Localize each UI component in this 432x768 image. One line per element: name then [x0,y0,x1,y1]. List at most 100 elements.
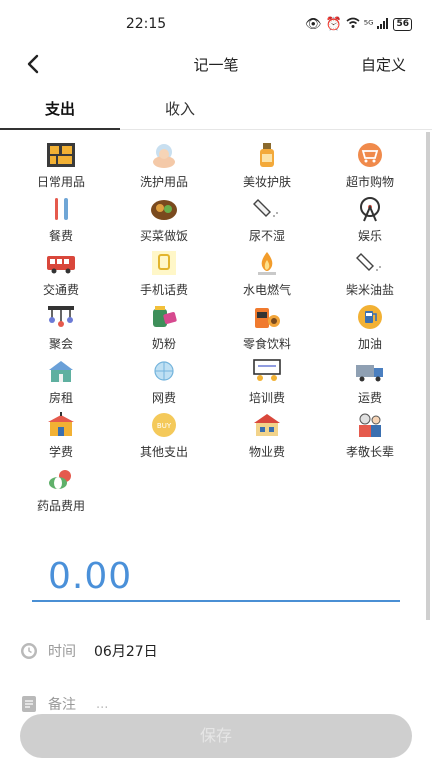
category-label: 餐费 [48,229,73,243]
category-utilities[interactable]: 水电燃气 [217,246,317,298]
training-icon [253,359,281,381]
category-label: 奶粉 [151,337,176,351]
category-party[interactable]: 聚会 [11,300,111,352]
category-rent[interactable]: 房租 [11,354,111,406]
tab-expense[interactable]: 支出 [0,98,120,119]
category-label: 加油 [357,337,382,351]
category-daily-goods[interactable]: 日常用品 [11,138,111,190]
clock-icon [21,643,37,659]
category-cosmetics[interactable]: 美妆护肤 [217,138,317,190]
eye-icon: 👁 [304,17,322,32]
note-icon [22,696,36,712]
amount-display[interactable]: 0.00 [48,556,132,597]
category-fuel[interactable]: 加油 [320,300,420,352]
status-time: 22:15 [125,16,167,32]
time-label: 时间 [48,644,76,660]
category-cooking[interactable]: 买菜做饭 [114,192,214,244]
category-groceries[interactable]: 柴米油盐 [320,246,420,298]
time-row[interactable]: 时间 06月27日 [20,639,158,663]
category-label: 娱乐 [357,229,382,243]
category-label: 学费 [48,445,73,459]
tab-indicator [0,128,120,130]
category-label: 交通费 [42,283,79,297]
status-bar: 22:15 👁 ⏰ ⁵ᴳ 56 [0,0,432,48]
category-milk-powder[interactable]: 奶粉 [114,300,214,352]
alarm-icon: ⏰ [325,17,342,32]
property-icon [254,414,280,436]
category-label: 洗护用品 [139,175,188,189]
save-button[interactable]: 保存 [20,714,412,758]
wifi-icon [346,17,360,32]
amount-underline [32,600,400,602]
category-label: 美妆护肤 [242,175,291,189]
category-entertainment[interactable]: 娱乐 [320,192,420,244]
cosmetics-icon [260,143,274,167]
delivery-truck-icon [356,365,383,382]
category-property[interactable]: 物业费 [217,408,317,460]
phone-bill-icon [152,251,176,275]
category-label: 零食饮料 [242,337,291,351]
category-tuition[interactable]: 学费 [11,408,111,460]
tab-income[interactable]: 收入 [120,98,240,119]
category-elders[interactable]: 孝敬长辈 [320,408,420,460]
ferris-wheel-icon [360,197,380,222]
category-phone-bill[interactable]: 手机话费 [114,246,214,298]
customize-button[interactable]: 自定义 [361,54,406,75]
category-medicine[interactable]: 药品费用 [11,462,111,514]
supermarket-icon [358,143,382,167]
nav-bar: 记一笔 自定义 [0,44,432,84]
groceries-icon [356,253,381,271]
elders-icon [359,413,381,437]
house-rent-icon [49,361,73,382]
category-transport[interactable]: 交通费 [11,246,111,298]
category-dining[interactable]: 餐费 [11,192,111,244]
svg-text:BUY: BUY [157,422,172,430]
medicine-icon [49,470,71,489]
category-label: 超市购物 [345,175,394,189]
category-label: 买菜做饭 [139,229,188,243]
type-tabs: 支出 收入 [0,84,432,130]
signal-bars-icon [377,17,389,32]
category-label: 水电燃气 [242,283,291,297]
party-icon [48,306,74,327]
signal-label: ⁵ᴳ [363,18,374,31]
category-label: 培训费 [248,391,285,405]
milk-powder-icon [153,306,177,327]
status-icons: 👁 ⏰ ⁵ᴳ 56 [305,17,412,32]
category-other-expense[interactable]: BUY 其他支出 [114,408,214,460]
category-shipping[interactable]: 运费 [320,354,420,406]
snacks-icon [255,308,280,328]
fuel-icon [358,305,382,329]
note-input[interactable]: ... [96,697,108,712]
cooking-icon [151,200,177,220]
category-label: 孝敬长辈 [345,445,394,459]
dining-icon [55,198,68,220]
category-label: 网费 [151,391,176,405]
category-label: 日常用品 [36,175,85,189]
diaper-icon [253,199,278,217]
category-label: 其他支出 [139,445,188,459]
category-supermarket[interactable]: 超市购物 [320,138,420,190]
utilities-icon [258,252,276,275]
category-label: 物业费 [248,445,285,459]
other-expense-icon: BUY [152,413,176,437]
category-label: 柴米油盐 [345,283,394,297]
scrollbar-thumb[interactable] [426,132,430,620]
category-label: 聚会 [48,337,73,351]
category-training[interactable]: 培训费 [217,354,317,406]
category-toiletries[interactable]: 洗护用品 [114,138,214,190]
category-label: 尿不湿 [248,229,285,243]
category-label: 房租 [48,391,73,405]
note-row[interactable]: 备注 ... [20,692,108,716]
category-diaper[interactable]: 尿不湿 [217,192,317,244]
category-label: 药品费用 [36,499,85,513]
daily-goods-icon [47,143,75,167]
school-icon [48,412,74,436]
time-value[interactable]: 06月27日 [94,641,158,661]
category-label: 手机话费 [139,283,188,297]
category-snacks[interactable]: 零食饮料 [217,300,317,352]
battery-indicator: 56 [393,18,412,31]
category-internet[interactable]: 网费 [114,354,214,406]
bus-icon [47,256,75,274]
toiletries-icon [153,144,175,168]
